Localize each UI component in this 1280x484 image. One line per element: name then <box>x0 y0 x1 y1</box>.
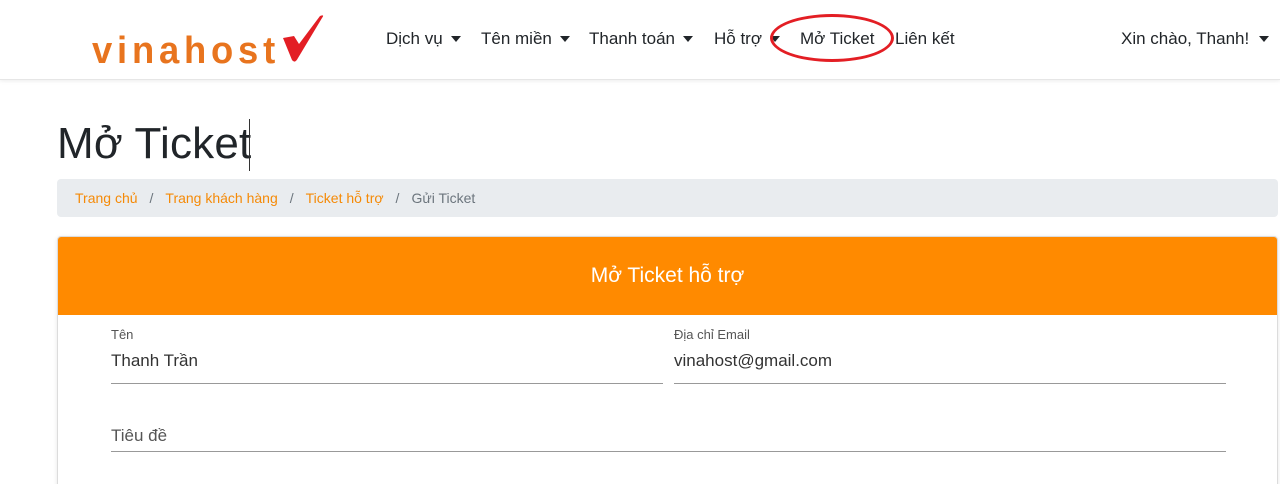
subject-field-group <box>111 422 1226 454</box>
name-field-underline <box>111 383 663 384</box>
card-header: Mở Ticket hỗ trợ <box>58 237 1277 315</box>
nav-mo-ticket-label: Mở Ticket <box>800 29 875 48</box>
nav-ten-mien[interactable]: Tên miền <box>481 27 570 51</box>
breadcrumb-current: Gửi Ticket <box>411 190 476 206</box>
page-title: Mở Ticket <box>57 119 252 168</box>
email-field-group: Địa chỉ Email <box>674 327 1226 385</box>
breadcrumb-client-area[interactable]: Trang khách hàng <box>165 190 277 206</box>
breadcrumb: Trang chủ / Trang khách hàng / Ticket hỗ… <box>57 179 1278 217</box>
card-title: Mở Ticket hỗ trợ <box>590 264 745 287</box>
breadcrumb-separator: / <box>395 190 400 206</box>
nav-thanh-toan[interactable]: Thanh toán <box>589 27 694 51</box>
text-cursor <box>249 119 250 171</box>
chevron-down-icon <box>683 36 694 42</box>
name-field-label: Tên <box>111 327 134 342</box>
logo-wordmark: vinahost <box>92 30 280 66</box>
nav-dich-vu-label: Dịch vụ <box>386 29 443 48</box>
subject-field-underline <box>111 451 1226 452</box>
nav-lien-ket-label: Liên kết <box>895 29 955 48</box>
chevron-down-icon <box>450 36 461 42</box>
chevron-down-icon <box>770 36 780 42</box>
subject-input[interactable] <box>111 424 1226 448</box>
nav-ho-tro-label: Hỗ trợ <box>714 29 762 48</box>
nav-ten-mien-label: Tên miền <box>481 29 552 48</box>
email-field[interactable] <box>674 349 1226 373</box>
breadcrumb-separator: / <box>289 190 294 206</box>
nav-lien-ket[interactable]: Liên kết <box>895 27 955 51</box>
top-navbar: vinahost Dịch vụ Tên miền Thanh toán Hỗ … <box>0 0 1280 80</box>
email-field-label: Địa chỉ Email <box>674 327 750 342</box>
name-field[interactable] <box>111 349 663 373</box>
nav-ho-tro[interactable]: Hỗ trợ <box>714 27 780 51</box>
name-field-group: Tên <box>111 327 663 385</box>
nav-thanh-toan-label: Thanh toán <box>589 29 676 48</box>
chevron-down-icon <box>1259 36 1270 42</box>
vinahost-logo[interactable]: vinahost <box>92 14 328 66</box>
breadcrumb-home[interactable]: Trang chủ <box>75 190 138 206</box>
chevron-down-icon <box>559 36 570 42</box>
user-menu[interactable]: Xin chào, Thanh! <box>1121 27 1270 51</box>
user-greeting: Xin chào, Thanh! <box>1121 29 1250 48</box>
email-field-underline <box>674 383 1226 384</box>
open-ticket-card: Mở Ticket hỗ trợ Tên Địa chỉ Email <box>57 236 1278 484</box>
logo-check-icon <box>283 15 324 62</box>
nav-mo-ticket[interactable]: Mở Ticket <box>800 27 874 51</box>
breadcrumb-support-tickets[interactable]: Ticket hỗ trợ <box>306 190 384 206</box>
breadcrumb-separator: / <box>149 190 154 206</box>
nav-dich-vu[interactable]: Dịch vụ <box>386 27 461 51</box>
